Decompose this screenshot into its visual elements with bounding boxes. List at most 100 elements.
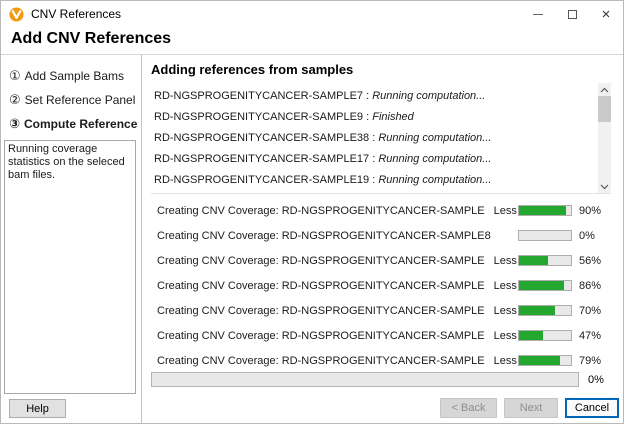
- cnv-references-window: { "window": { "title": "CNV References",…: [0, 0, 624, 424]
- back-button[interactable]: < Back: [440, 398, 497, 418]
- progress-fill: [519, 331, 544, 340]
- maximize-button[interactable]: [555, 1, 589, 27]
- minimize-button[interactable]: [521, 1, 555, 27]
- step-add-sample-bams[interactable]: ① Add Sample Bams: [9, 64, 141, 88]
- overall-progress-bar: [151, 372, 579, 387]
- sample-separator: :: [363, 90, 373, 102]
- page-title: Add CNV References: [11, 30, 172, 47]
- progress-label: Creating CNV Coverage: RD-NGSPROGENITYCA…: [157, 304, 485, 317]
- step-1-number: ①: [9, 68, 21, 83]
- sample-status-list: RD-NGSPROGENITYCANCER-SAMPLE7 : Running …: [151, 83, 611, 194]
- wizard-sidebar: ① Add Sample Bams ② Set Reference Panel ③C…: [1, 55, 142, 423]
- sample-status-row: RD-NGSPROGENITYCANCER-SAMPLE9 : Finished: [154, 107, 595, 128]
- close-icon: ×: [601, 5, 611, 23]
- overall-progress-percent: 0%: [588, 373, 604, 386]
- sample-separator: :: [369, 132, 379, 144]
- list-scrollbar[interactable]: [598, 83, 611, 193]
- scrollbar-thumb[interactable]: [598, 96, 611, 122]
- sample-name: RD-NGSPROGENITYCANCER-SAMPLE19: [154, 174, 370, 186]
- wizard-steps: ① Add Sample Bams ② Set Reference Panel ③C…: [1, 55, 141, 136]
- progress-label: Creating CNV Coverage: RD-NGSPROGENITYCA…: [157, 279, 485, 292]
- chevron-up-icon: [600, 87, 609, 92]
- next-button[interactable]: Next: [504, 398, 558, 418]
- progress-fill: [519, 281, 564, 290]
- sample-name: RD-NGSPROGENITYCANCER-SAMPLE17: [154, 153, 370, 165]
- progress-percent: 86%: [579, 279, 602, 292]
- progress-fill: [519, 356, 561, 365]
- progress-fill: [519, 206, 566, 215]
- time-remaining: Less than 10 Seconds remaining: [493, 304, 518, 317]
- samples-heading: Adding references from samples: [151, 62, 354, 77]
- scroll-up-button[interactable]: [598, 83, 611, 96]
- sample-status-row: RD-NGSPROGENITYCANCER-SAMPLE38 : Running…: [154, 128, 595, 149]
- progress-bar: [518, 330, 572, 341]
- progress-label: Creating CNV Coverage: RD-NGSPROGENITYCA…: [157, 329, 485, 342]
- progress-bar: [518, 280, 572, 291]
- progress-percent: 47%: [579, 329, 602, 342]
- progress-bar: [518, 230, 572, 241]
- progress-rows: Creating CNV Coverage: RD-NGSPROGENITYCA…: [151, 198, 611, 373]
- sample-separator: :: [363, 111, 373, 123]
- progress-row: Creating CNV Coverage: RD-NGSPROGENITYCA…: [151, 198, 611, 223]
- step-set-reference-panel[interactable]: ② Set Reference Panel: [9, 88, 141, 112]
- progress-label: Creating CNV Coverage: RD-NGSPROGENITYCA…: [157, 354, 485, 367]
- sample-status: Running computation...: [378, 132, 492, 144]
- time-remaining: Less than 10 Seconds remaining: [493, 279, 518, 292]
- sample-status: Running computation...: [378, 153, 492, 165]
- progress-bar: [518, 305, 572, 316]
- sample-status-row: RD-NGSPROGENITYCANCER-SAMPLE19 : Running…: [154, 170, 595, 191]
- sample-status-row: RD-NGSPROGENITYCANCER-SAMPLE17 : Running…: [154, 149, 595, 170]
- time-remaining: Less than 10 Seconds remaining: [493, 254, 518, 267]
- progress-bar: [518, 205, 572, 216]
- progress-fill: [519, 306, 556, 315]
- minimize-icon: [533, 13, 543, 15]
- sample-name: RD-NGSPROGENITYCANCER-SAMPLE38: [154, 132, 370, 144]
- step-2-label: Set Reference Panel: [24, 93, 136, 107]
- main-panel: Adding references from samples RD-NGSPRO…: [142, 55, 623, 423]
- progress-row: Creating CNV Coverage: RD-NGSPROGENITYCA…: [151, 298, 611, 323]
- sample-separator: :: [369, 153, 379, 165]
- app-logo-icon: [9, 6, 24, 22]
- step-1-label: Add Sample Bams: [24, 69, 125, 83]
- sample-separator: :: [369, 174, 379, 186]
- cancel-button[interactable]: Cancel: [565, 398, 619, 418]
- wizard-buttons: < Back Next Cancel: [440, 398, 619, 418]
- progress-percent: 56%: [579, 254, 602, 267]
- time-remaining: Less than 10 Seconds remaining: [493, 354, 518, 367]
- help-button[interactable]: Help: [9, 399, 66, 418]
- progress-percent: 79%: [579, 354, 602, 367]
- sample-name: RD-NGSPROGENITYCANCER-SAMPLE7: [154, 90, 364, 102]
- step-2-number: ②: [9, 92, 21, 107]
- progress-row: Creating CNV Coverage: RD-NGSPROGENITYCA…: [151, 323, 611, 348]
- progress-label: Creating CNV Coverage: RD-NGSPROGENITYCA…: [157, 229, 491, 242]
- title-bar: CNV References ×: [1, 1, 623, 27]
- time-remaining: Less than 10 Seconds remaining: [493, 204, 518, 217]
- overall-progress: 0%: [151, 372, 611, 387]
- progress-bar: [518, 255, 572, 266]
- step-compute-reference[interactable]: ③ Compute Reference: [9, 112, 141, 136]
- step-description: Running coverage statistics on the selec…: [4, 140, 136, 394]
- sample-name: RD-NGSPROGENITYCANCER-SAMPLE9: [154, 111, 364, 123]
- step-3-number: ③: [9, 116, 21, 131]
- progress-row: Creating CNV Coverage: RD-NGSPROGENITYCA…: [151, 273, 611, 298]
- sample-status-row: RD-NGSPROGENITYCANCER-SAMPLE7 : Running …: [154, 86, 595, 107]
- progress-percent: 90%: [579, 204, 602, 217]
- time-remaining: Less than 10 Seconds remaining: [493, 329, 518, 342]
- progress-row: Creating CNV Coverage: RD-NGSPROGENITYCA…: [151, 348, 611, 373]
- sample-status: Running computation...: [378, 174, 492, 186]
- sample-status-row: RD-NGSPROGENITYCANCER-SAMPLE533 : Runnin…: [154, 191, 595, 193]
- progress-percent: 0%: [579, 229, 595, 242]
- progress-row: Creating CNV Coverage: RD-NGSPROGENITYCA…: [151, 248, 611, 273]
- progress-row: Creating CNV Coverage: RD-NGSPROGENITYCA…: [151, 223, 611, 248]
- progress-label: Creating CNV Coverage: RD-NGSPROGENITYCA…: [157, 254, 485, 267]
- close-button[interactable]: ×: [589, 1, 623, 27]
- scroll-down-button[interactable]: [598, 180, 611, 193]
- progress-bar: [518, 355, 572, 366]
- chevron-down-icon: [600, 184, 609, 189]
- maximize-icon: [567, 9, 577, 19]
- sample-status: Running computation...: [372, 90, 486, 102]
- sample-status: Finished: [372, 111, 414, 123]
- progress-percent: 70%: [579, 304, 602, 317]
- progress-fill: [519, 256, 549, 265]
- progress-label: Creating CNV Coverage: RD-NGSPROGENITYCA…: [157, 204, 485, 217]
